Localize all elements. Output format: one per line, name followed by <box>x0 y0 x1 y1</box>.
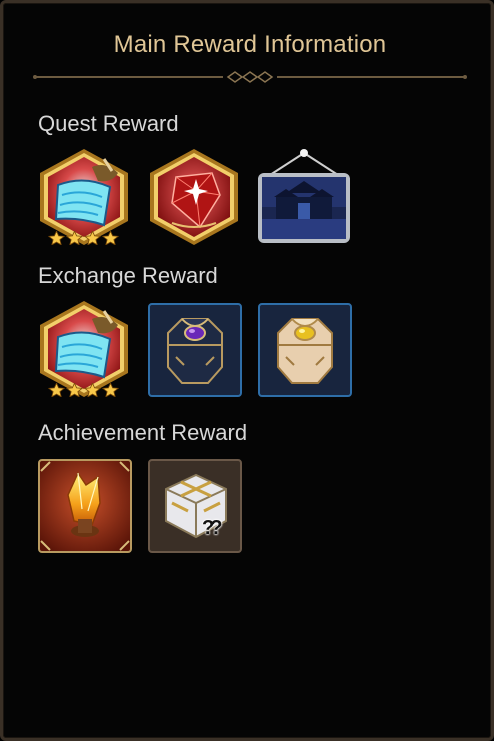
star-icon <box>66 383 83 397</box>
fire-crystal-icon <box>38 459 132 553</box>
star-icon <box>48 231 65 245</box>
star-icon <box>102 383 119 397</box>
red-gem-icon <box>150 149 238 245</box>
quest-reward-skill-scroll[interactable] <box>36 147 132 247</box>
gold-gem-chest-icon <box>258 303 352 397</box>
exchange-reward-skill-scroll[interactable] <box>36 299 132 399</box>
star-rating <box>48 231 120 245</box>
night-palace-picture-icon <box>258 149 350 243</box>
reward-info-panel: Main Reward Information Quest Reward Exc… <box>0 0 494 741</box>
mystery-mark: ?? <box>202 517 223 539</box>
quest-reward-red-gem[interactable] <box>146 147 242 247</box>
star-icon <box>102 231 119 245</box>
star-icon <box>48 383 65 397</box>
star-icon <box>84 231 101 245</box>
exchange-reward-gold-gem-chest[interactable] <box>258 303 352 397</box>
quest-reward-heading: Quest Reward <box>38 111 179 136</box>
panel-title: Main Reward Information <box>113 31 387 58</box>
achievement-reward-fire-crystal[interactable] <box>38 459 132 553</box>
mystery-box-icon <box>148 459 242 553</box>
exchange-reward-heading: Exchange Reward <box>38 263 218 288</box>
title-divider <box>33 71 467 83</box>
star-icon <box>84 383 101 397</box>
quest-reward-night-palace-picture[interactable] <box>256 147 352 245</box>
star-rating <box>48 383 120 397</box>
achievement-reward-heading: Achievement Reward <box>38 420 248 445</box>
star-icon <box>66 231 83 245</box>
exchange-reward-purple-gem-chest[interactable] <box>148 303 242 397</box>
achievement-reward-mystery-box[interactable]: ?? <box>148 459 242 553</box>
purple-gem-chest-icon <box>148 303 242 397</box>
